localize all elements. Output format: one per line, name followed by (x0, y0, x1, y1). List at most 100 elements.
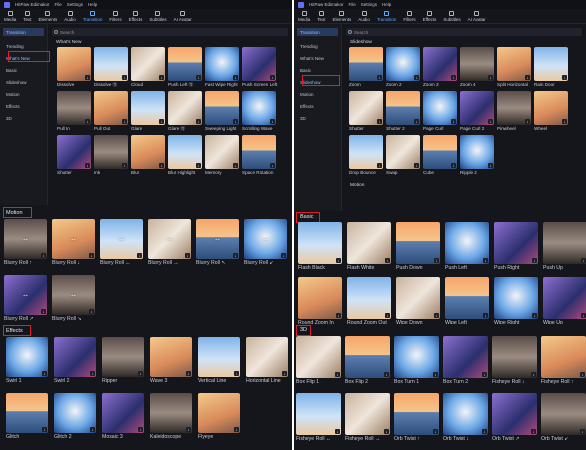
transition-thumbnail[interactable]: ↓ (445, 277, 489, 319)
sidebar-header-transition[interactable]: Transition (3, 28, 44, 36)
toolbar-text-button[interactable]: Text (317, 11, 326, 23)
toolbar-ai-avatar-button[interactable]: AI Avatar (468, 11, 486, 23)
transition-thumbnail[interactable]: ↓ (497, 47, 531, 81)
transition-thumbnail[interactable]: ↓ (534, 91, 568, 125)
transition-thumbnail[interactable]: ↓ (150, 337, 192, 377)
transition-thumbnail[interactable]: ↓ (246, 337, 288, 377)
download-icon[interactable]: ↓ (384, 372, 389, 377)
transition-thumbnail[interactable]: ↓ (345, 393, 390, 435)
transition-thumbnail[interactable]: ↓ (349, 47, 383, 81)
transition-thumbnail[interactable]: ↓ (198, 337, 240, 377)
transition-thumbnail[interactable]: ↓ (423, 135, 457, 169)
transition-thumbnail[interactable]: ↓ (242, 91, 276, 125)
download-icon[interactable]: ↓ (335, 372, 340, 377)
download-icon[interactable]: ↓ (122, 75, 127, 80)
transition-thumbnail[interactable]: ↓ (57, 135, 91, 169)
toolbar-text-button[interactable]: Text (23, 11, 32, 23)
download-icon[interactable]: ↓ (525, 119, 530, 124)
download-icon[interactable]: ↓ (196, 119, 201, 124)
transition-thumbnail[interactable]: ↓ (205, 47, 239, 81)
download-icon[interactable]: ↓ (531, 429, 536, 434)
download-icon[interactable]: ↓ (488, 75, 493, 80)
download-icon[interactable]: ↓ (488, 119, 493, 124)
download-icon[interactable]: ↓ (41, 253, 46, 258)
download-icon[interactable]: ↓ (41, 309, 46, 314)
transition-thumbnail[interactable]: ↓ (242, 135, 276, 169)
transition-thumbnail[interactable]: ↓ (534, 47, 568, 81)
transition-thumbnail[interactable]: ↓ (445, 222, 489, 264)
download-icon[interactable]: ↓ (270, 163, 275, 168)
toolbar-transition-button[interactable]: Transition (83, 11, 102, 23)
transition-thumbnail[interactable]: ↓ (460, 91, 494, 125)
search-input[interactable]: Search (346, 28, 582, 36)
sidebar-item-effects[interactable]: Effects (294, 100, 341, 112)
download-icon[interactable]: ↓ (90, 427, 95, 432)
toolbar-effects-button[interactable]: Effects (423, 11, 436, 23)
download-icon[interactable]: ↓ (185, 253, 190, 258)
download-icon[interactable]: ↓ (433, 429, 438, 434)
sidebar-item-trending[interactable]: Trending (294, 40, 341, 52)
download-icon[interactable]: ↓ (122, 163, 127, 168)
transition-thumbnail[interactable]: ↓ (347, 277, 391, 319)
transition-thumbnail[interactable]: ↓ (396, 277, 440, 319)
download-icon[interactable]: ↓ (531, 372, 536, 377)
toolbar-media-button[interactable]: Media (4, 11, 16, 23)
download-icon[interactable]: ↓ (451, 163, 456, 168)
menu-help[interactable]: Help (382, 2, 391, 7)
transition-thumbnail[interactable]: ↓ (57, 47, 91, 81)
toolbar-effects-button[interactable]: Effects (129, 11, 142, 23)
transition-thumbnail[interactable]: ↓ (296, 336, 341, 378)
download-icon[interactable]: ↓ (580, 372, 585, 377)
download-icon[interactable]: ↓ (336, 258, 341, 263)
transition-thumbnail[interactable]: ↓ (54, 337, 96, 377)
download-icon[interactable]: ↓ (196, 75, 201, 80)
transition-thumbnail[interactable]: ↓ (423, 47, 457, 81)
menu-file[interactable]: File (349, 2, 356, 7)
transition-thumbnail[interactable]: ↓ (205, 91, 239, 125)
download-icon[interactable]: ↓ (89, 309, 94, 314)
download-icon[interactable]: ↓ (233, 163, 238, 168)
download-icon[interactable]: ↓ (85, 75, 90, 80)
download-icon[interactable]: ↓ (270, 75, 275, 80)
transition-thumbnail[interactable]: ↓ (349, 91, 383, 125)
download-icon[interactable]: ↓ (137, 253, 142, 258)
download-icon[interactable]: ↓ (85, 119, 90, 124)
sidebar-item-slideshow[interactable]: Slideshow (0, 76, 47, 88)
transition-thumbnail[interactable]: ↓ (386, 135, 420, 169)
download-icon[interactable]: ↓ (138, 427, 143, 432)
download-icon[interactable]: ↓ (451, 119, 456, 124)
transition-thumbnail[interactable]: ↓ (494, 277, 538, 319)
transition-thumbnail[interactable]: ↓ (443, 336, 488, 378)
transition-thumbnail[interactable]: ↓ (394, 393, 439, 435)
transition-thumbnail[interactable]: ↓ (205, 135, 239, 169)
transition-thumbnail[interactable]: ↓ (131, 135, 165, 169)
download-icon[interactable]: ↓ (281, 253, 286, 258)
transition-thumbnail[interactable]: ↓ (347, 222, 391, 264)
transition-thumbnail[interactable]: ↓ (386, 91, 420, 125)
download-icon[interactable]: ↓ (482, 429, 487, 434)
download-icon[interactable]: ↓ (138, 371, 143, 376)
transition-thumbnail[interactable]: ↓ (94, 91, 128, 125)
download-icon[interactable]: ↓ (282, 371, 287, 376)
transition-thumbnail[interactable]: ↓ (6, 337, 48, 377)
sidebar-item-effects[interactable]: Effects (0, 100, 47, 112)
download-icon[interactable]: ↓ (89, 253, 94, 258)
transition-thumbnail[interactable]: ↓ (168, 135, 202, 169)
menu-file[interactable]: File (55, 2, 62, 7)
download-icon[interactable]: ↓ (90, 371, 95, 376)
transition-thumbnail[interactable]: ↓ (168, 47, 202, 81)
transition-thumbnail[interactable]: ↓ ↔ (4, 275, 47, 315)
download-icon[interactable]: ↓ (414, 119, 419, 124)
download-icon[interactable]: ↓ (335, 429, 340, 434)
transition-thumbnail[interactable]: ↓ (494, 222, 538, 264)
transition-thumbnail[interactable]: ↓ (298, 277, 342, 319)
download-icon[interactable]: ↓ (42, 427, 47, 432)
download-icon[interactable]: ↓ (562, 75, 567, 80)
transition-thumbnail[interactable]: ↓ (492, 336, 537, 378)
transition-thumbnail[interactable]: ↓ ↔ (52, 275, 95, 315)
transition-thumbnail[interactable]: ↓ (543, 277, 586, 319)
download-icon[interactable]: ↓ (233, 75, 238, 80)
download-icon[interactable]: ↓ (385, 313, 390, 318)
transition-thumbnail[interactable]: ↓ (543, 222, 586, 264)
transition-thumbnail[interactable]: ↓ (497, 91, 531, 125)
